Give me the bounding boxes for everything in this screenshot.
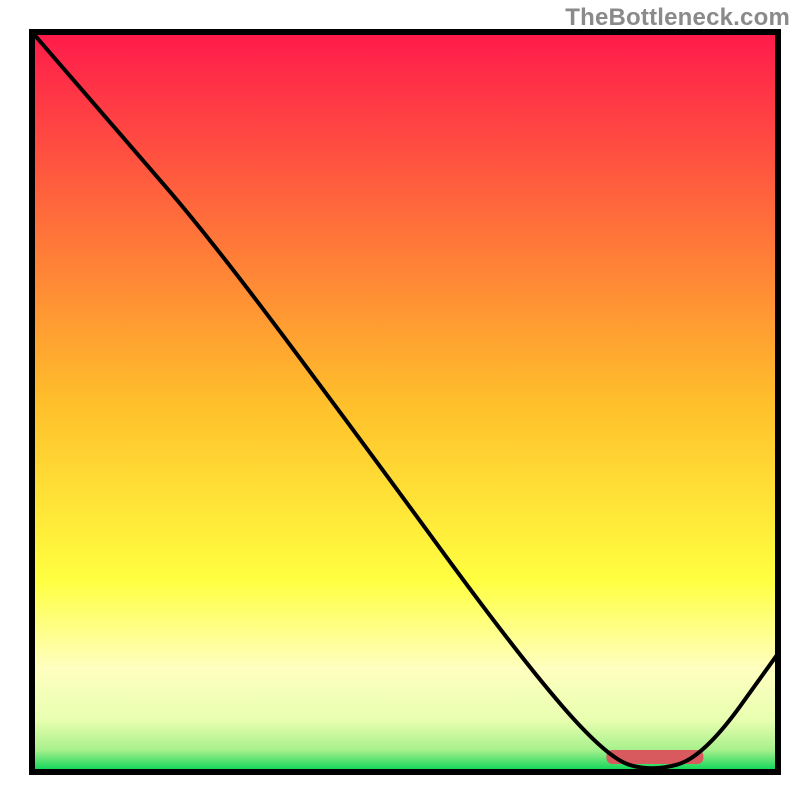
bottleneck-chart [0, 0, 800, 800]
plot-background [32, 32, 778, 772]
